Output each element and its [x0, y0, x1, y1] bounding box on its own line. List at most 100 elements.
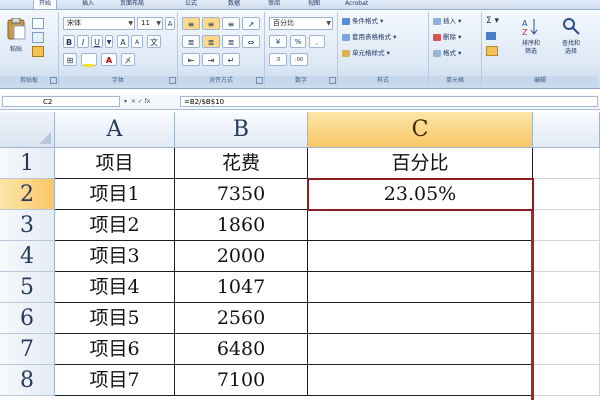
align-bottom-icon[interactable]: ≡	[222, 17, 240, 30]
sort-filter-button[interactable]: A Z 排序和 筛选	[514, 16, 548, 74]
bold-button[interactable]: B	[63, 35, 75, 48]
cell-a2[interactable]: 项目1	[55, 179, 175, 210]
increase-indent-icon[interactable]: ⇥	[202, 53, 220, 66]
cell-c8[interactable]	[308, 365, 533, 396]
row-header-3[interactable]: 3	[0, 210, 55, 241]
special-char-button[interactable]: 㐅	[121, 53, 135, 66]
cell-c1[interactable]: 百分比	[308, 148, 533, 179]
percent-button[interactable]: %	[290, 35, 306, 48]
cell-b7[interactable]: 6480	[175, 334, 308, 365]
cell-b2[interactable]: 7350	[175, 179, 308, 210]
font-color-icon[interactable]: A	[101, 53, 117, 66]
comma-button[interactable]: ,	[309, 35, 325, 48]
tab-formulas[interactable]: 公式	[185, 0, 197, 9]
align-middle-icon[interactable]: ≡	[202, 17, 220, 30]
cell-c7[interactable]	[308, 334, 533, 365]
fill-icon[interactable]	[486, 32, 496, 40]
cell-d2[interactable]	[533, 179, 600, 210]
column-header-a[interactable]: A	[55, 112, 175, 148]
table-format-button[interactable]: 套用表格格式 ▾	[342, 32, 396, 43]
cell-c2[interactable]: 23.05%	[308, 179, 533, 210]
text-direction-icon[interactable]: ↗	[242, 17, 260, 30]
cell-b4[interactable]: 2000	[175, 241, 308, 272]
align-right-icon[interactable]: ≣	[222, 35, 240, 48]
tab-home[interactable]: 开始	[33, 0, 58, 9]
font-size-select[interactable]: 11 ▼	[137, 17, 163, 30]
cell-a1[interactable]: 项目	[55, 148, 175, 179]
grow-font-button[interactable]: A	[165, 17, 175, 30]
cell-a3[interactable]: 项目2	[55, 210, 175, 241]
row-header-5[interactable]: 5	[0, 272, 55, 303]
decrease-decimal-icon[interactable]: .00	[290, 53, 308, 66]
tab-acrobat[interactable]: Acrobat	[345, 0, 368, 9]
cut-icon[interactable]	[32, 18, 44, 29]
row-header-6[interactable]: 6	[0, 303, 55, 334]
clipboard-launcher-icon[interactable]	[50, 77, 57, 84]
cell-a7[interactable]: 项目6	[55, 334, 175, 365]
formula-input[interactable]: =B2/$B$10	[180, 96, 598, 107]
increase-font-button[interactable]: A	[117, 35, 129, 48]
cell-b1[interactable]: 花费	[175, 148, 308, 179]
row-header-2[interactable]: 2	[0, 179, 55, 210]
clear-icon[interactable]	[486, 46, 498, 56]
font-launcher-icon[interactable]	[169, 77, 176, 84]
number-format-select[interactable]: 百分比 ▼	[269, 17, 333, 30]
conditional-format-button[interactable]: 条件格式 ▾	[342, 16, 383, 27]
column-header-d[interactable]	[533, 112, 600, 148]
cell-b6[interactable]: 2560	[175, 303, 308, 334]
row-header-1[interactable]: 1	[0, 148, 55, 179]
delete-cells-button[interactable]: 删除 ▾	[433, 32, 461, 43]
row-header-7[interactable]: 7	[0, 334, 55, 365]
tab-page-layout[interactable]: 页面布局	[120, 0, 144, 9]
border-icon[interactable]: ⊞	[63, 53, 77, 66]
decrease-font-button[interactable]: A	[131, 35, 143, 48]
row-header-4[interactable]: 4	[0, 241, 55, 272]
fill-color-icon[interactable]	[81, 53, 97, 67]
currency-icon[interactable]: ¥	[269, 35, 287, 48]
cell-b8[interactable]: 7100	[175, 365, 308, 396]
insert-cells-button[interactable]: 插入 ▾	[433, 16, 461, 27]
cell-styles-button[interactable]: 单元格样式 ▾	[342, 48, 390, 59]
cell-d7[interactable]	[533, 334, 600, 365]
italic-button[interactable]: I	[77, 35, 89, 48]
align-top-icon[interactable]: ≡	[182, 17, 200, 30]
tab-data[interactable]: 数据	[228, 0, 240, 9]
cell-b5[interactable]: 1047	[175, 272, 308, 303]
cell-d4[interactable]	[533, 241, 600, 272]
tab-review[interactable]: 审阅	[268, 0, 280, 9]
cell-c5[interactable]	[308, 272, 533, 303]
name-box[interactable]: C2	[2, 96, 120, 107]
format-cells-button[interactable]: 格式 ▾	[433, 48, 461, 59]
column-header-c[interactable]: C	[308, 112, 533, 148]
underline-dropdown[interactable]: ▼	[105, 35, 113, 48]
paste-button[interactable]: 粘贴	[5, 17, 27, 53]
column-header-b[interactable]: B	[175, 112, 308, 148]
underline-button[interactable]: U	[91, 35, 103, 48]
number-launcher-icon[interactable]	[329, 77, 336, 84]
autosum-icon[interactable]: Σ ▾	[486, 16, 499, 26]
cell-d6[interactable]	[533, 303, 600, 334]
fx-icon[interactable]: ▾ ✕ ✓ fx	[124, 96, 174, 107]
row-header-8[interactable]: 8	[0, 365, 55, 396]
align-left-icon[interactable]: ≣	[182, 35, 200, 48]
cell-d1[interactable]	[533, 148, 600, 179]
cell-a6[interactable]: 项目5	[55, 303, 175, 334]
cell-c4[interactable]	[308, 241, 533, 272]
cell-d5[interactable]	[533, 272, 600, 303]
phonetic-button[interactable]: 文	[147, 35, 161, 48]
tab-view[interactable]: 视图	[308, 0, 320, 9]
cell-d8[interactable]	[533, 365, 600, 396]
cell-c3[interactable]	[308, 210, 533, 241]
wrap-text-icon[interactable]: ↵	[222, 53, 240, 66]
find-select-button[interactable]: 查找和 选择	[554, 16, 588, 74]
cell-a5[interactable]: 项目4	[55, 272, 175, 303]
format-painter-icon[interactable]	[32, 46, 44, 57]
increase-decimal-icon[interactable]: .0	[269, 53, 287, 66]
cell-a8[interactable]: 项目7	[55, 365, 175, 396]
cell-a4[interactable]: 项目3	[55, 241, 175, 272]
cell-d3[interactable]	[533, 210, 600, 241]
decrease-indent-icon[interactable]: ⇤	[182, 53, 200, 66]
cell-b3[interactable]: 1860	[175, 210, 308, 241]
merge-center-icon[interactable]: ⇔	[242, 35, 260, 48]
font-name-select[interactable]: 宋体 ▼	[63, 17, 135, 30]
